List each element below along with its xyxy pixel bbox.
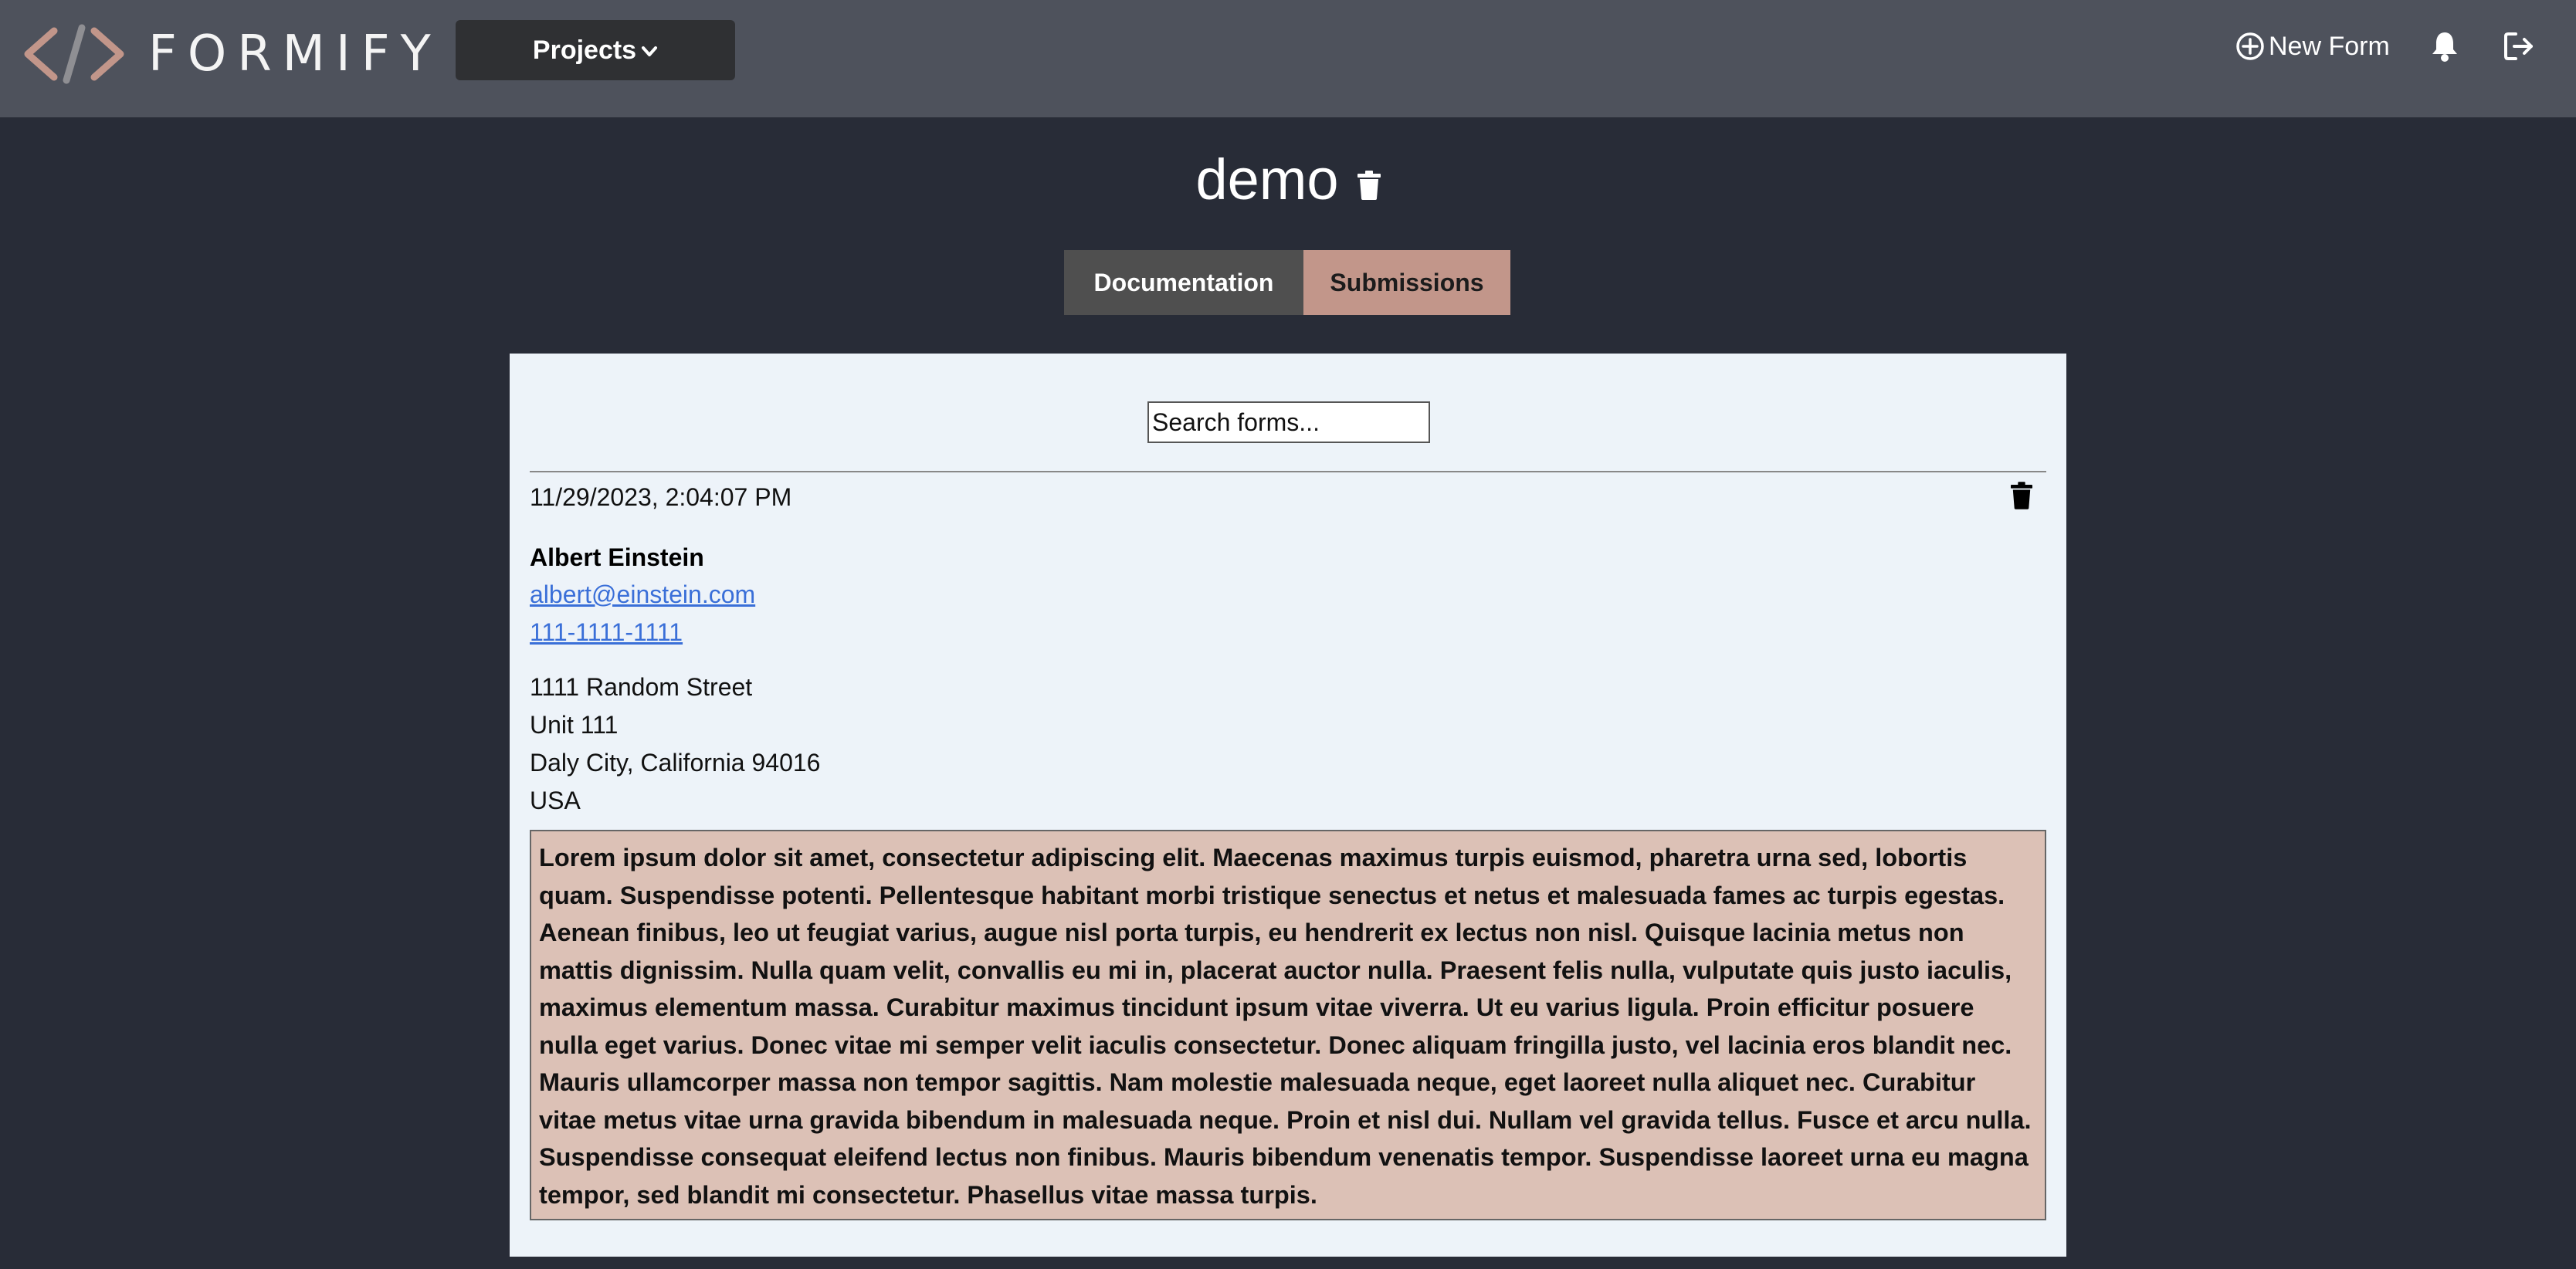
address-line-2: Unit 111 [530, 711, 619, 739]
search-input[interactable] [1147, 401, 1430, 443]
chevron-down-icon [642, 46, 658, 56]
tab-documentation[interactable]: Documentation [1064, 250, 1303, 315]
view-tabs: Documentation Submissions [1064, 250, 1510, 315]
submission-message: Lorem ipsum dolor sit amet, consectetur … [530, 830, 2046, 1220]
submitter-address: 1111 Random Street Unit 111 Daly City, C… [530, 668, 820, 820]
top-navbar: FORMIFY Projects New Form [0, 0, 2576, 117]
new-form-label: New Form [2269, 31, 2390, 61]
submissions-panel: 11/29/2023, 2:04:07 PM Albert Einstein a… [510, 354, 2066, 1257]
address-country: USA [530, 787, 581, 814]
app-logo[interactable]: FORMIFY [23, 23, 442, 85]
submitter-email-link[interactable]: albert@einstein.com [530, 580, 755, 609]
page-header: demo [0, 140, 2576, 218]
page-title: demo [1195, 147, 1339, 212]
divider [530, 471, 2046, 472]
bell-icon[interactable] [2429, 29, 2460, 63]
submitter-phone-link[interactable]: 111-1111-1111 [530, 618, 683, 647]
projects-label: Projects [532, 35, 637, 65]
logout-icon[interactable] [2502, 29, 2536, 63]
address-line-1: 1111 Random Street [530, 673, 753, 701]
code-logo-icon [24, 24, 124, 84]
address-city-line: Daly City, California 94016 [530, 749, 821, 777]
brand-name: FORMIFY [148, 25, 442, 83]
plus-circle-icon [2236, 32, 2264, 60]
delete-submission-icon[interactable] [2011, 482, 2032, 509]
tab-submissions[interactable]: Submissions [1303, 250, 1510, 315]
new-form-button[interactable]: New Form [2235, 26, 2390, 66]
submitter-name: Albert Einstein [530, 543, 704, 571]
projects-dropdown-button[interactable]: Projects [456, 20, 735, 80]
delete-project-icon[interactable] [1357, 171, 1381, 200]
submission-timestamp: 11/29/2023, 2:04:07 PM [530, 483, 792, 511]
